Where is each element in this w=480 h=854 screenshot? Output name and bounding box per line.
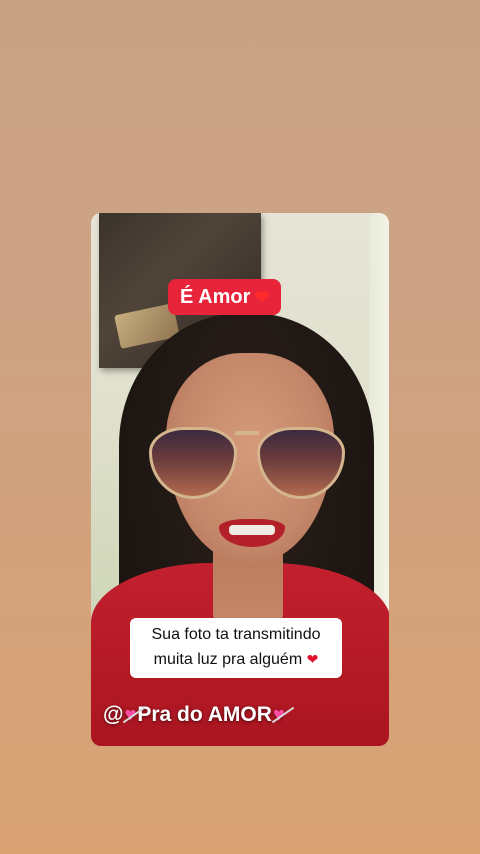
- heart-icon: ❤: [306, 651, 319, 667]
- title-badge: É Amor ❤: [168, 279, 282, 315]
- heart-with-arrow-icon: ♥: [272, 703, 285, 726]
- sunglasses: [149, 421, 345, 501]
- teeth: [229, 525, 275, 535]
- title-badge-text: É Amor: [180, 285, 251, 308]
- handle-text: Pra do AMOR: [137, 703, 272, 726]
- caption-box: Sua foto ta transmitindo muita luz pra a…: [130, 618, 342, 678]
- caption-line-2-text: muita luz pra alguém: [153, 651, 303, 668]
- account-handle[interactable]: @ ♥ Pra do AMOR ♥: [103, 703, 286, 727]
- right-lens: [257, 427, 345, 499]
- glasses-bridge: [235, 431, 259, 435]
- caption-line-2: muita luz pra alguém ❤: [138, 647, 334, 672]
- handle-prefix: @: [103, 703, 124, 726]
- left-lens: [149, 427, 237, 499]
- heart-with-arrow-icon: ♥: [124, 703, 137, 726]
- person-photo: [91, 313, 389, 746]
- caption-line-1: Sua foto ta transmitindo: [151, 626, 321, 643]
- heart-icon: ❤: [254, 287, 270, 307]
